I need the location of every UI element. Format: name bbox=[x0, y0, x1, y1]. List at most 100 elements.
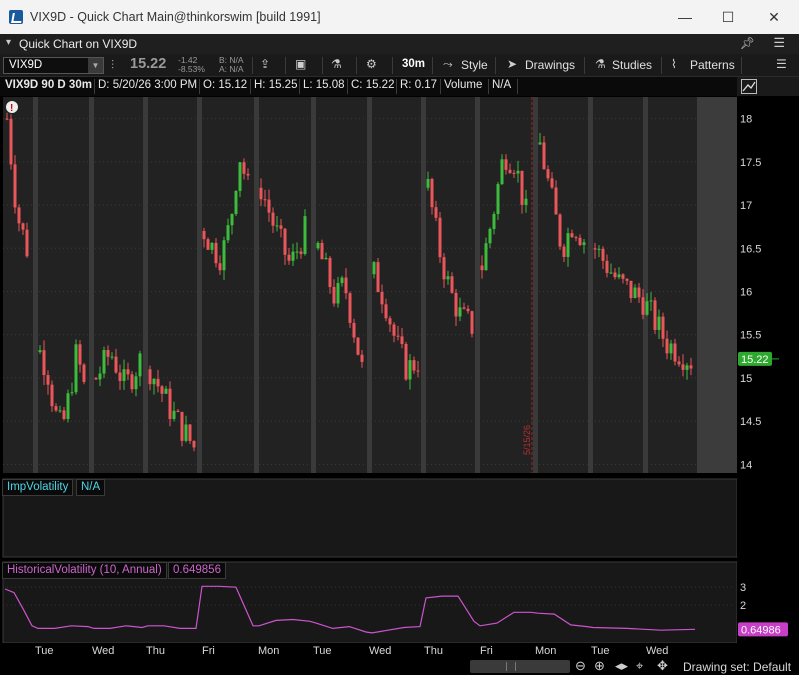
candle-body bbox=[454, 292, 458, 317]
candle-body bbox=[291, 251, 295, 261]
candle-body bbox=[392, 324, 396, 336]
time-axis-background bbox=[0, 643, 799, 657]
impvolatility-value: N/A bbox=[76, 479, 106, 496]
session-gap-band bbox=[89, 97, 94, 473]
candle-body bbox=[17, 207, 21, 224]
candle-body bbox=[328, 257, 332, 287]
candle-body bbox=[380, 291, 384, 305]
candle-body bbox=[275, 225, 279, 227]
candle-body bbox=[184, 424, 188, 441]
candle-body bbox=[13, 164, 17, 208]
session-gap-band bbox=[197, 97, 202, 473]
price-tick-label: 17 bbox=[740, 200, 752, 212]
price-tick-label: 16 bbox=[740, 286, 752, 298]
candle-body bbox=[206, 239, 210, 250]
candle-body bbox=[5, 118, 9, 120]
iv-axis-background bbox=[737, 479, 799, 557]
candle-body bbox=[110, 356, 114, 358]
candle-body bbox=[54, 406, 58, 411]
candle-body bbox=[649, 300, 653, 302]
candle-body bbox=[222, 240, 226, 271]
session-gap-band bbox=[33, 97, 38, 473]
candle-body bbox=[106, 350, 110, 357]
time-scrollbar[interactable] bbox=[470, 660, 570, 673]
candle-body bbox=[271, 212, 275, 226]
time-tick-label: Fri bbox=[202, 645, 215, 657]
price-tick-label: 15 bbox=[740, 373, 752, 385]
candle-body bbox=[613, 272, 617, 278]
candle-body bbox=[42, 350, 46, 376]
candle-body bbox=[356, 337, 360, 355]
alert-icon-glyph: ! bbox=[10, 103, 13, 114]
time-tick-label: Mon bbox=[258, 645, 279, 657]
candle-body bbox=[202, 230, 206, 240]
time-tick-label: Wed bbox=[92, 645, 114, 657]
time-tick-label: Wed bbox=[646, 645, 668, 657]
candle-body bbox=[62, 410, 66, 419]
candle-body bbox=[38, 350, 42, 352]
candle-body bbox=[320, 242, 324, 260]
candle-body bbox=[504, 159, 508, 170]
candle-body bbox=[102, 350, 106, 374]
candle-body bbox=[246, 173, 250, 176]
candle-body bbox=[625, 278, 629, 281]
session-gap-band bbox=[533, 97, 538, 473]
candle-body bbox=[570, 233, 574, 238]
candle-body bbox=[152, 378, 156, 385]
candle-body bbox=[295, 251, 299, 253]
zoom-in-icon[interactable]: ⊕ bbox=[594, 658, 605, 674]
candle-body bbox=[484, 243, 488, 271]
candle-body bbox=[324, 257, 328, 260]
candle-body bbox=[442, 257, 446, 280]
session-gap-band bbox=[367, 97, 372, 473]
candle-body bbox=[214, 242, 218, 264]
candle-body bbox=[58, 410, 62, 412]
session-gap-band bbox=[643, 97, 648, 473]
candle-body bbox=[605, 260, 609, 273]
candle-body bbox=[673, 343, 677, 362]
drag-icon[interactable]: ✥ bbox=[657, 658, 668, 674]
candle-body bbox=[470, 311, 474, 334]
candle-body bbox=[480, 265, 484, 271]
crosshair-icon[interactable]: ⌖ bbox=[636, 658, 643, 674]
candle-body bbox=[283, 228, 287, 255]
candle-body bbox=[360, 354, 364, 362]
candle-body bbox=[617, 274, 621, 278]
impvolatility-pane bbox=[2, 478, 738, 558]
candle-body bbox=[466, 308, 470, 312]
scroll-thumb[interactable] bbox=[506, 662, 516, 671]
candle-body bbox=[192, 440, 196, 448]
candle-body bbox=[9, 118, 13, 165]
candle-body bbox=[677, 361, 681, 365]
time-tick-label: Wed bbox=[369, 645, 391, 657]
candle-body bbox=[98, 373, 102, 380]
candle-body bbox=[303, 216, 307, 254]
candle-body bbox=[94, 377, 98, 380]
candle-body bbox=[516, 170, 520, 174]
candle-body bbox=[601, 248, 605, 261]
candle-body bbox=[458, 307, 462, 317]
price-tick-label: 17.5 bbox=[740, 157, 761, 169]
candle-body bbox=[384, 304, 388, 319]
candle-body bbox=[400, 336, 404, 344]
candle-body bbox=[462, 307, 466, 309]
candle-body bbox=[412, 360, 416, 371]
candle-body bbox=[336, 283, 340, 304]
candle-body bbox=[404, 343, 408, 380]
candle-body bbox=[434, 207, 438, 218]
time-tick-label: Fri bbox=[480, 645, 493, 657]
candle-body bbox=[148, 369, 152, 385]
drawing-set-label[interactable]: Drawing set: Default bbox=[683, 660, 791, 674]
time-tick-label: Thu bbox=[424, 645, 443, 657]
candle-body bbox=[554, 187, 558, 215]
candle-body bbox=[114, 356, 118, 373]
candle-body bbox=[524, 198, 528, 205]
candle-body bbox=[168, 388, 172, 420]
horizontal-zoom-icon[interactable]: ◂▸ bbox=[615, 658, 628, 674]
zoom-out-icon[interactable]: ⊖ bbox=[575, 658, 586, 674]
candle-body bbox=[372, 262, 376, 275]
candle-body bbox=[609, 272, 613, 274]
time-tick-label: Tue bbox=[591, 645, 610, 657]
time-tick-label: Tue bbox=[35, 645, 54, 657]
candle-body bbox=[25, 229, 29, 257]
